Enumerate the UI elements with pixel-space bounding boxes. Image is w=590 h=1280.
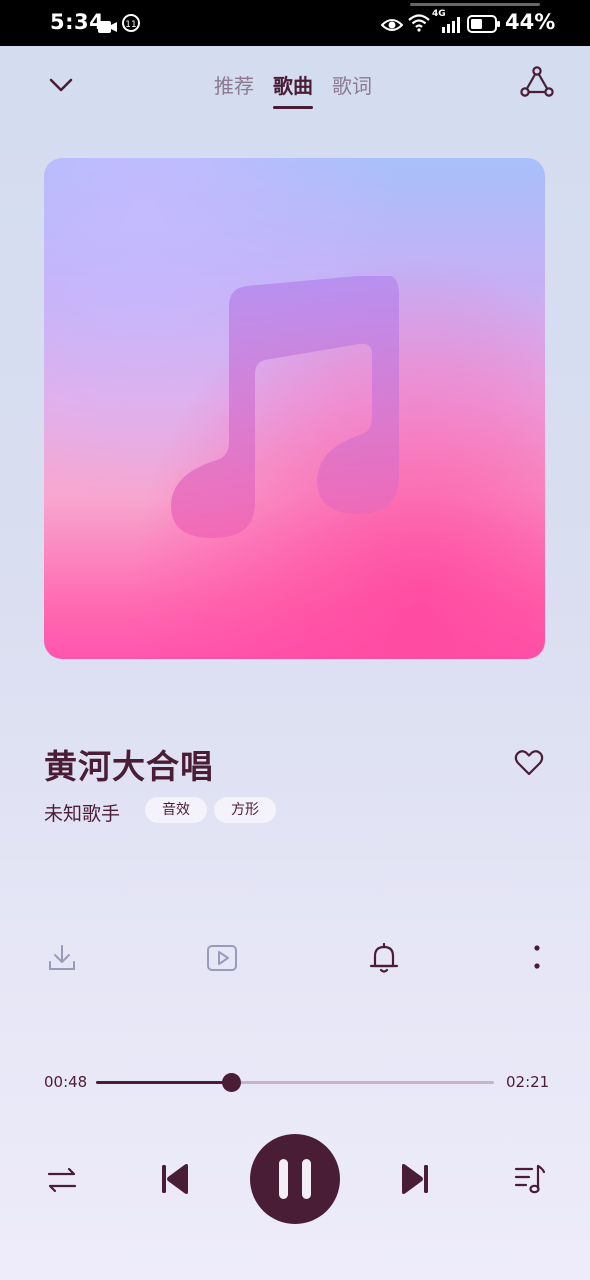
tab-bar: 推荐 歌曲 歌词 <box>214 70 372 109</box>
repeat-order-icon <box>47 1167 77 1193</box>
music-note-icon <box>171 276 399 538</box>
tag-sound-effect[interactable]: 音效 <box>145 797 207 823</box>
signal-icon <box>441 14 461 38</box>
heart-icon <box>514 750 544 776</box>
total-time: 02:21 <box>506 1073 550 1091</box>
data-saver-icon: 11 <box>121 13 141 38</box>
music-video-icon <box>207 945 237 971</box>
skip-next-icon <box>402 1164 428 1194</box>
ringtone-button[interactable] <box>366 940 402 976</box>
tab-recommend[interactable]: 推荐 <box>214 70 254 99</box>
video-camera-icon <box>98 15 118 39</box>
battery-icon <box>467 14 501 38</box>
status-bar: 5:34 11 4G 44% <box>0 0 590 46</box>
next-button[interactable] <box>396 1160 434 1198</box>
music-video-button[interactable] <box>204 940 240 976</box>
previous-button[interactable] <box>156 1160 194 1198</box>
status-time: 5:34 <box>50 10 105 34</box>
progress-bar[interactable] <box>96 1073 494 1092</box>
battery-percent: 44% <box>505 10 556 34</box>
current-time: 00:48 <box>44 1073 88 1091</box>
skip-previous-icon <box>162 1164 188 1194</box>
download-icon <box>49 945 75 970</box>
progress-thumb[interactable] <box>222 1073 242 1092</box>
download-button[interactable] <box>44 940 80 976</box>
eye-comfort-icon <box>380 14 404 38</box>
share-icon <box>520 66 554 97</box>
album-cover[interactable] <box>44 158 545 659</box>
tab-song[interactable]: 歌曲 <box>273 70 313 109</box>
song-title: 黄河大合唱 <box>44 747 214 786</box>
shuffle-mode-button[interactable] <box>44 1162 80 1198</box>
pause-icon <box>279 1159 311 1199</box>
playlist-icon <box>514 1164 546 1194</box>
more-button[interactable] <box>519 940 555 976</box>
status-indicator <box>410 3 540 6</box>
top-nav: 推荐 歌曲 歌词 <box>0 60 590 110</box>
pause-button[interactable] <box>250 1134 340 1224</box>
favorite-button[interactable] <box>513 747 545 779</box>
tab-lyrics[interactable]: 歌词 <box>332 70 372 99</box>
more-icon <box>534 945 540 969</box>
tag-square[interactable]: 方形 <box>214 797 276 823</box>
share-button[interactable] <box>518 64 556 102</box>
collapse-button[interactable] <box>44 68 78 102</box>
playlist-button[interactable] <box>511 1160 549 1198</box>
artist-name[interactable]: 未知歌手 <box>44 799 120 826</box>
bell-icon <box>369 942 399 973</box>
chevron-down-icon <box>49 78 73 92</box>
wifi-icon <box>408 13 430 37</box>
progress-fill <box>96 1081 232 1084</box>
svg-text:11: 11 <box>125 20 136 30</box>
